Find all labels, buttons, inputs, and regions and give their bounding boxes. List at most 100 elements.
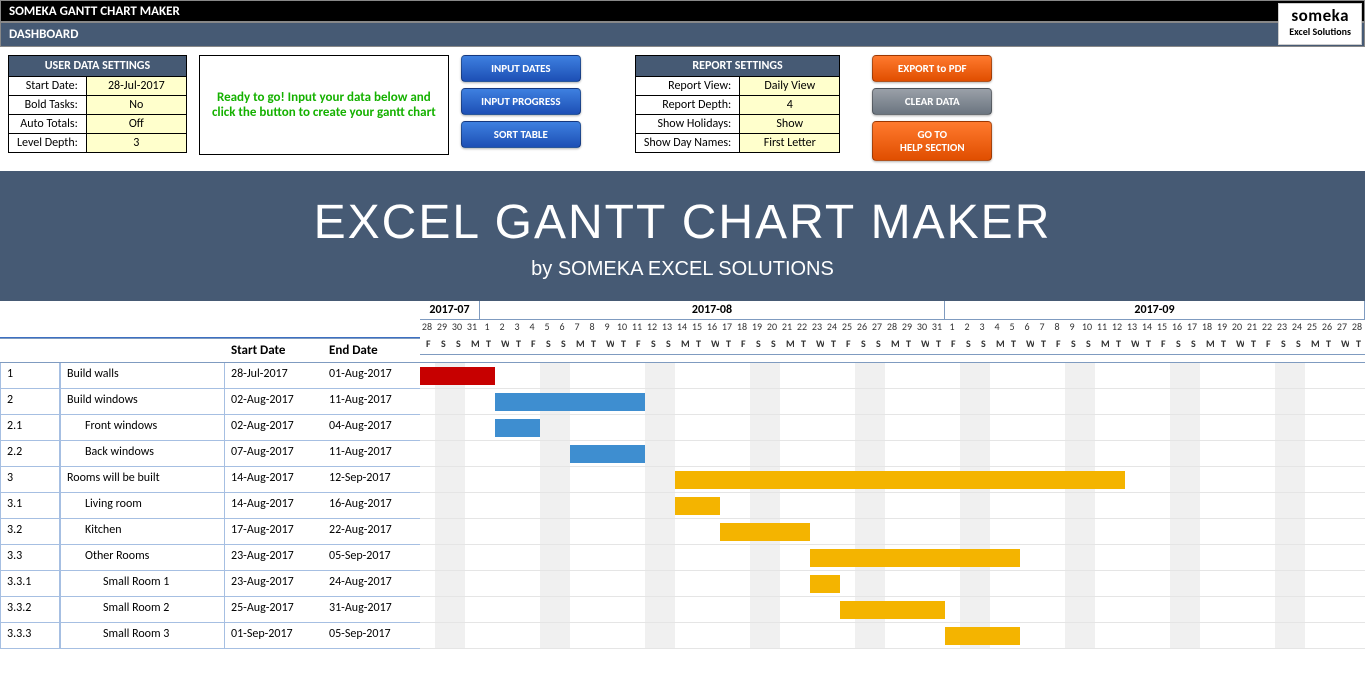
- day-number: 24: [825, 320, 840, 333]
- day-number: 11: [630, 320, 645, 333]
- day-number: 27: [1335, 320, 1350, 333]
- setting-value[interactable]: Daily View: [740, 77, 840, 96]
- task-row: 3.1 Living room 14-Aug-2017 16-Aug-2017: [0, 493, 1365, 519]
- task-name: Build walls: [60, 363, 225, 388]
- task-end: 04-Aug-2017: [323, 415, 420, 440]
- report-setting-row: Report View:Daily View: [635, 77, 839, 96]
- gantt-bar[interactable]: [675, 471, 1125, 489]
- task-timeline: [420, 545, 1365, 571]
- day-number: 17: [1185, 320, 1200, 333]
- task-timeline: [420, 597, 1365, 623]
- task-timeline: [420, 493, 1365, 519]
- setting-value[interactable]: First Letter: [740, 134, 840, 153]
- task-end: 16-Aug-2017: [323, 493, 420, 518]
- month-row: 2017-072017-082017-09: [420, 301, 1365, 320]
- task-no: 2.2: [0, 441, 60, 466]
- export-pdf-button[interactable]: EXPORT to PDF: [872, 55, 992, 82]
- day-number: 9: [600, 320, 615, 333]
- task-start: 02-Aug-2017: [225, 389, 323, 414]
- task-end: 05-Sep-2017: [323, 623, 420, 648]
- gantt-bar[interactable]: [495, 393, 645, 411]
- day-number: 14: [675, 320, 690, 333]
- task-timeline: [420, 571, 1365, 597]
- task-end: 22-Aug-2017: [323, 519, 420, 544]
- gantt-bar[interactable]: [810, 575, 840, 593]
- setting-value[interactable]: Show: [740, 115, 840, 134]
- day-number: 3: [510, 320, 525, 333]
- task-end: 05-Sep-2017: [323, 545, 420, 570]
- day-number-row: 2829303112345678910111213141516171819202…: [420, 320, 1365, 333]
- day-number: 30: [915, 320, 930, 333]
- day-number: 29: [900, 320, 915, 333]
- day-number: 10: [615, 320, 630, 333]
- gantt-bar[interactable]: [570, 445, 645, 463]
- day-number: 4: [990, 320, 1005, 333]
- banner-subtitle: by SOMEKA EXCEL SOLUTIONS: [0, 258, 1365, 281]
- task-end: 24-Aug-2017: [323, 571, 420, 596]
- task-timeline: [420, 415, 1365, 441]
- task-no: 2: [0, 389, 60, 414]
- day-number: 13: [660, 320, 675, 333]
- sort-table-button[interactable]: SORT TABLE: [461, 121, 581, 148]
- day-number: 8: [585, 320, 600, 333]
- task-row: 2.2 Back windows 07-Aug-2017 11-Aug-2017: [0, 441, 1365, 467]
- setting-value[interactable]: Off: [86, 115, 186, 134]
- user-settings-table: USER DATA SETTINGS Start Date:28-Jul-201…: [8, 55, 187, 153]
- gantt-bar[interactable]: [675, 497, 720, 515]
- help-section-button[interactable]: GO TO HELP SECTION: [872, 121, 992, 161]
- gantt-bar[interactable]: [945, 627, 1020, 645]
- setting-label: Bold Tasks:: [9, 96, 87, 115]
- day-number: 25: [1305, 320, 1320, 333]
- setting-value[interactable]: 3: [86, 134, 186, 153]
- day-number: 15: [1155, 320, 1170, 333]
- task-no: 3.3.3: [0, 623, 60, 648]
- gantt-bar[interactable]: [720, 523, 810, 541]
- task-start: 02-Aug-2017: [225, 415, 323, 440]
- gantt-bar[interactable]: [495, 419, 540, 437]
- day-number: 8: [1050, 320, 1065, 333]
- setting-value[interactable]: 4: [740, 96, 840, 115]
- report-setting-row: Show Holidays:Show: [635, 115, 839, 134]
- day-number: 6: [555, 320, 570, 333]
- task-name: Small Room 1: [60, 571, 225, 596]
- setting-value[interactable]: No: [86, 96, 186, 115]
- day-number: 3: [975, 320, 990, 333]
- task-start: 14-Aug-2017: [225, 493, 323, 518]
- setting-label: Report Depth:: [635, 96, 739, 115]
- task-start: 01-Sep-2017: [225, 623, 323, 648]
- user-setting-row: Auto Totals:Off: [9, 115, 187, 134]
- logo-name: someka: [1291, 5, 1349, 26]
- task-end: 11-Aug-2017: [323, 441, 420, 466]
- day-number: 25: [840, 320, 855, 333]
- dashboard-bar: DASHBOARD: [0, 22, 1365, 47]
- day-number: 7: [570, 320, 585, 333]
- task-name: Small Room 2: [60, 597, 225, 622]
- task-row: 3.3 Other Rooms 23-Aug-2017 05-Sep-2017: [0, 545, 1365, 571]
- task-no: 3.2: [0, 519, 60, 544]
- day-number: 24: [1290, 320, 1305, 333]
- task-start: 28-Jul-2017: [225, 363, 323, 388]
- day-number: 23: [1275, 320, 1290, 333]
- input-progress-button[interactable]: INPUT PROGRESS: [461, 88, 581, 115]
- setting-label: Auto Totals:: [9, 115, 87, 134]
- clear-data-button[interactable]: CLEAR DATA: [872, 88, 992, 115]
- day-number: 11: [1095, 320, 1110, 333]
- day-number: 16: [705, 320, 720, 333]
- task-no: 3.3.1: [0, 571, 60, 596]
- banner: EXCEL GANTT CHART MAKER by SOMEKA EXCEL …: [0, 171, 1365, 301]
- day-number: 7: [1035, 320, 1050, 333]
- task-row: 1 Build walls 28-Jul-2017 01-Aug-2017: [0, 363, 1365, 389]
- app-title: SOMEKA GANTT CHART MAKER: [9, 4, 180, 19]
- month-cell: 2017-08: [480, 301, 945, 319]
- day-number: 16: [1170, 320, 1185, 333]
- input-dates-button[interactable]: INPUT DATES: [461, 55, 581, 82]
- task-timeline: [420, 363, 1365, 389]
- control-panel: USER DATA SETTINGS Start Date:28-Jul-201…: [0, 47, 1365, 171]
- setting-value[interactable]: 28-Jul-2017: [86, 77, 186, 96]
- task-end: 31-Aug-2017: [323, 597, 420, 622]
- gantt-bar[interactable]: [840, 601, 945, 619]
- day-number: 20: [765, 320, 780, 333]
- gantt-bar[interactable]: [420, 367, 495, 385]
- gantt-bar[interactable]: [810, 549, 1020, 567]
- task-row: 2.1 Front windows 02-Aug-2017 04-Aug-201…: [0, 415, 1365, 441]
